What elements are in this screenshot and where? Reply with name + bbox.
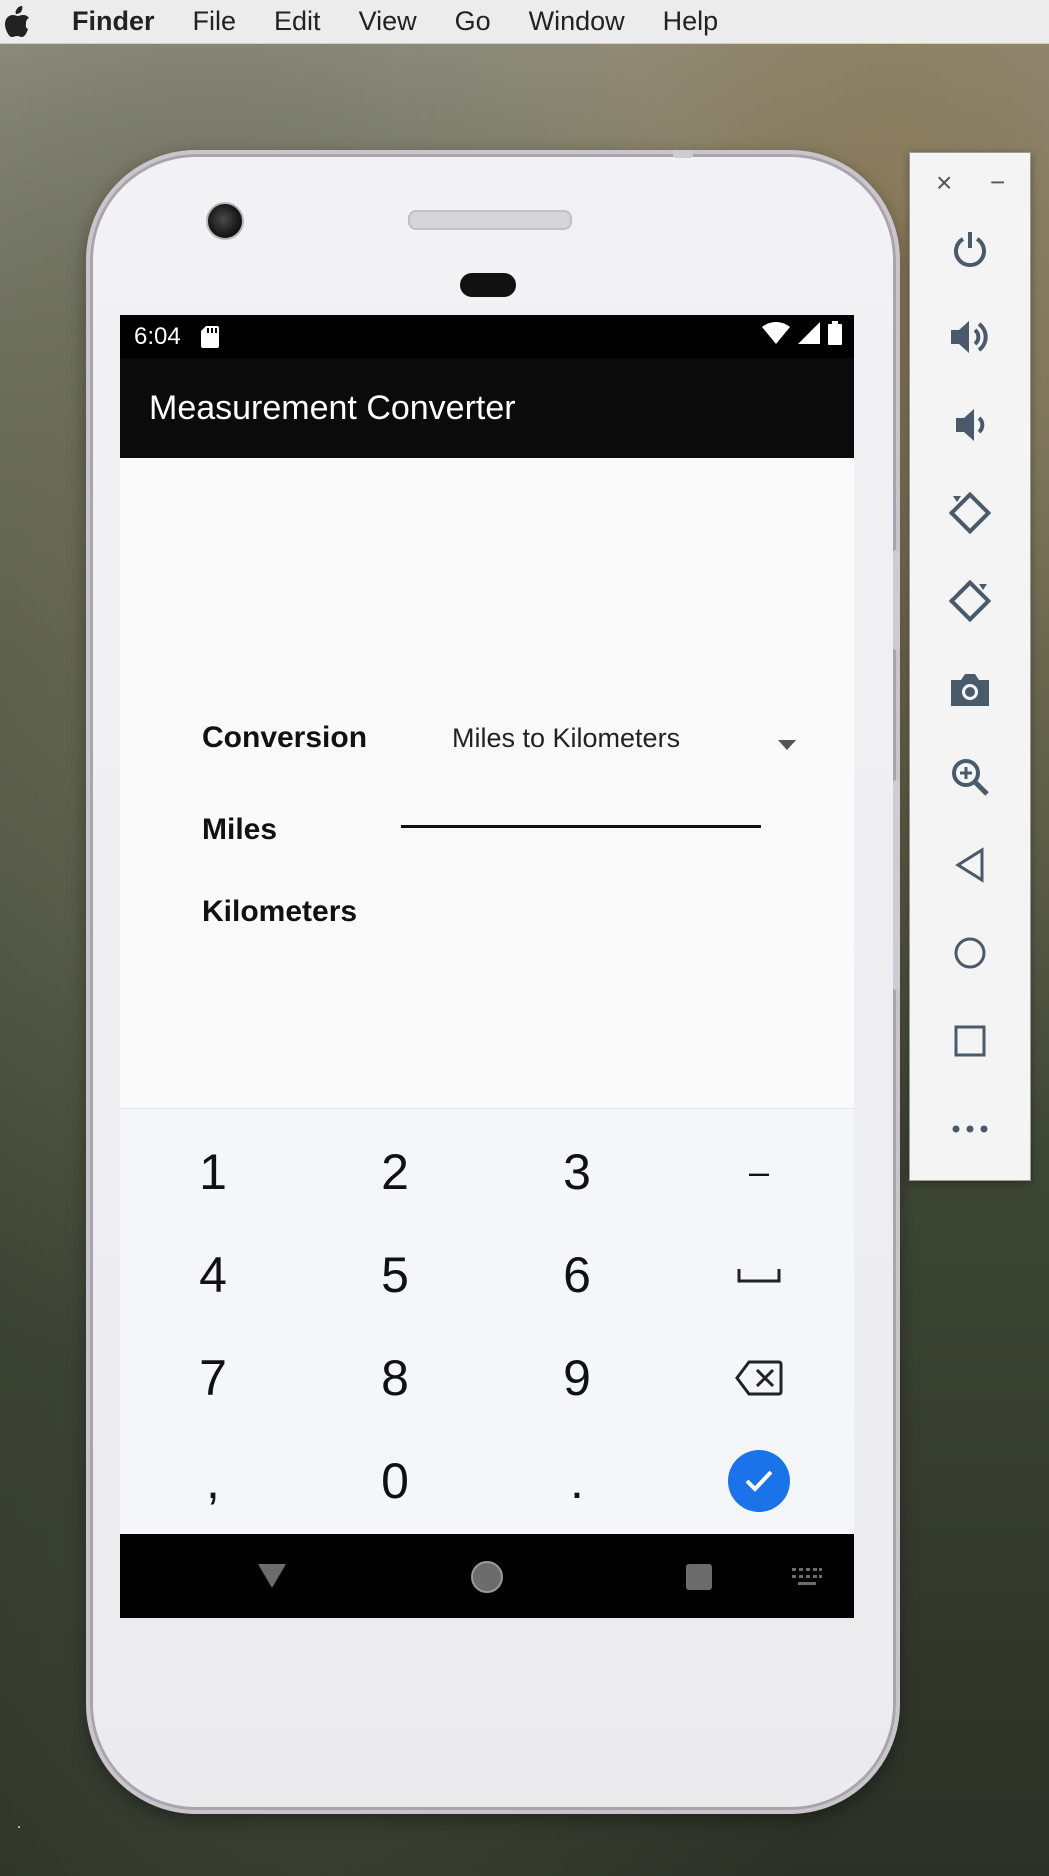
volume-up-icon[interactable] bbox=[940, 307, 1000, 367]
minimize-icon[interactable]: − bbox=[990, 167, 1005, 198]
phone-volume-button bbox=[893, 780, 900, 990]
apple-icon[interactable] bbox=[3, 5, 35, 38]
conversion-spinner[interactable]: Miles to Kilometers bbox=[452, 723, 680, 754]
conversion-label: Conversion bbox=[202, 721, 368, 754]
nav-recents-icon[interactable] bbox=[684, 1562, 714, 1597]
android-nav-bar bbox=[120, 1534, 854, 1618]
desktop-speck bbox=[18, 1826, 20, 1828]
phone-screen: 6:04 Measurement Converter Conversion Mi… bbox=[120, 315, 854, 1618]
zoom-icon[interactable] bbox=[940, 747, 1000, 807]
front-camera bbox=[206, 202, 244, 240]
key-space[interactable] bbox=[699, 1230, 819, 1320]
key-0[interactable]: 0 bbox=[335, 1436, 455, 1526]
key-period[interactable]: . bbox=[517, 1436, 637, 1526]
emulator-toolbar: × − bbox=[909, 152, 1031, 1181]
dropdown-arrow-icon[interactable] bbox=[778, 740, 796, 750]
backspace-icon[interactable] bbox=[699, 1333, 819, 1423]
menu-finder[interactable]: Finder bbox=[72, 6, 155, 37]
key-2[interactable]: 2 bbox=[335, 1127, 455, 1217]
menu-file[interactable]: File bbox=[193, 6, 237, 37]
converter-form: Conversion Miles to Kilometers Miles Kil… bbox=[120, 458, 854, 1108]
menu-edit[interactable]: Edit bbox=[274, 6, 321, 37]
phone-side-button bbox=[893, 550, 900, 650]
menu-go[interactable]: Go bbox=[455, 6, 491, 37]
menu-view[interactable]: View bbox=[359, 6, 417, 37]
key-5[interactable]: 5 bbox=[335, 1230, 455, 1320]
proximity-sensor bbox=[460, 273, 516, 297]
numeric-keypad: 1 2 3 – 4 5 6 7 8 9 , 0 . bbox=[120, 1108, 854, 1535]
close-icon[interactable]: × bbox=[936, 167, 952, 199]
confirm-button[interactable] bbox=[728, 1450, 790, 1512]
key-1[interactable]: 1 bbox=[153, 1127, 273, 1217]
rotate-left-icon[interactable] bbox=[940, 483, 1000, 543]
key-8[interactable]: 8 bbox=[335, 1333, 455, 1423]
key-9[interactable]: 9 bbox=[517, 1333, 637, 1423]
menu-help[interactable]: Help bbox=[663, 6, 719, 37]
rotate-right-icon[interactable] bbox=[940, 571, 1000, 631]
earpiece-speaker bbox=[408, 210, 572, 230]
wifi-icon bbox=[762, 322, 790, 351]
miles-input[interactable] bbox=[401, 771, 761, 828]
power-icon[interactable] bbox=[940, 219, 1000, 279]
home-icon[interactable] bbox=[940, 923, 1000, 983]
nav-back-icon[interactable] bbox=[254, 1560, 290, 1597]
kilometers-label: Kilometers bbox=[202, 895, 358, 928]
battery-icon bbox=[828, 321, 842, 352]
miles-label: Miles bbox=[202, 813, 278, 846]
app-bar: Measurement Converter bbox=[120, 358, 854, 458]
menu-bar: Finder File Edit View Go Window Help bbox=[0, 0, 1049, 44]
key-4[interactable]: 4 bbox=[153, 1230, 273, 1320]
overview-icon[interactable] bbox=[940, 1011, 1000, 1071]
sd-card-icon bbox=[200, 325, 219, 348]
more-icon[interactable] bbox=[940, 1099, 1000, 1159]
checkmark-icon bbox=[745, 1470, 773, 1492]
volume-down-icon[interactable] bbox=[940, 395, 1000, 455]
status-time: 6:04 bbox=[134, 322, 181, 350]
key-minus[interactable]: – bbox=[699, 1127, 819, 1217]
nav-home-icon[interactable] bbox=[470, 1560, 504, 1599]
key-3[interactable]: 3 bbox=[517, 1127, 637, 1217]
camera-icon[interactable] bbox=[940, 659, 1000, 719]
phone-top-button bbox=[673, 150, 693, 158]
signal-icon bbox=[798, 322, 820, 351]
key-7[interactable]: 7 bbox=[153, 1333, 273, 1423]
key-6[interactable]: 6 bbox=[517, 1230, 637, 1320]
menu-window[interactable]: Window bbox=[529, 6, 625, 37]
keyboard-icon[interactable] bbox=[792, 1568, 822, 1591]
key-comma[interactable]: , bbox=[153, 1436, 273, 1526]
back-icon[interactable] bbox=[940, 835, 1000, 895]
status-bar: 6:04 bbox=[120, 315, 854, 358]
app-title: Measurement Converter bbox=[149, 388, 516, 427]
